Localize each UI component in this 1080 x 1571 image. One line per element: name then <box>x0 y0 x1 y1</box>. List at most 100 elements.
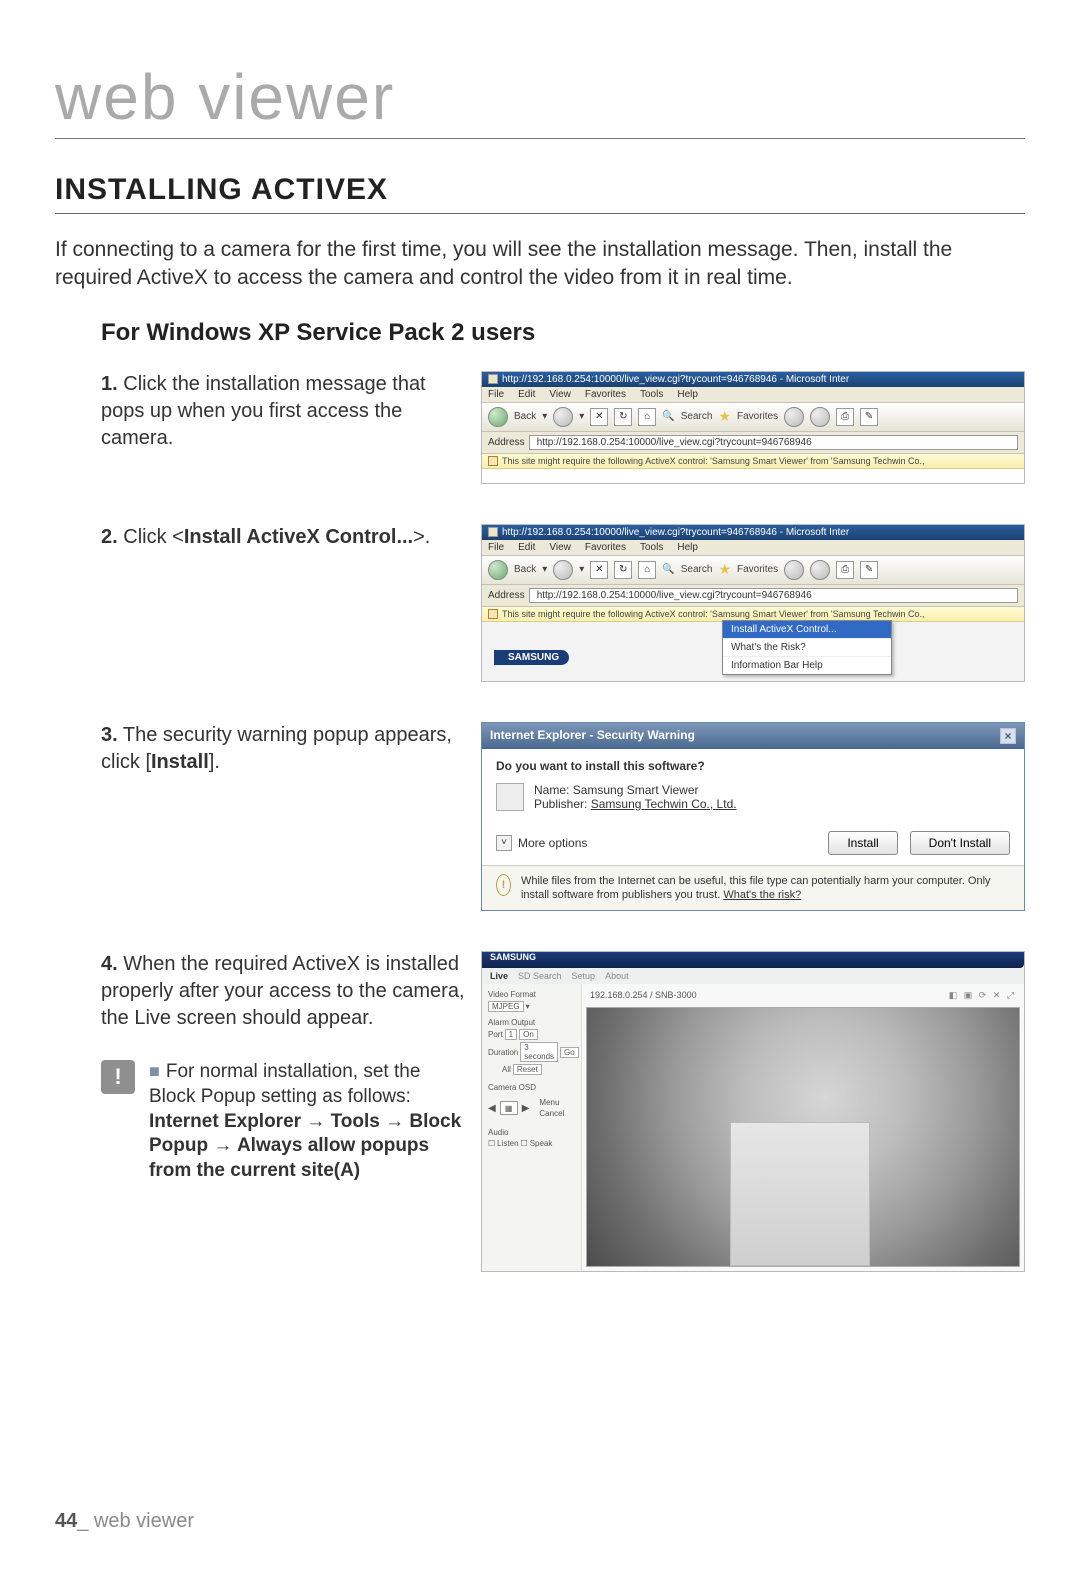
refresh-button[interactable]: ↻ <box>614 561 632 579</box>
ctx-whats-the-risk[interactable]: What's the Risk? <box>723 639 891 657</box>
tab-setup[interactable]: Setup <box>572 971 596 981</box>
print-button[interactable]: ⎙ <box>836 561 854 579</box>
reset-button[interactable]: Reset <box>513 1064 542 1075</box>
fwd-chevron-icon[interactable]: ▾ <box>579 564 584 575</box>
ie-menubar[interactable]: File Edit View Favorites Tools Help <box>482 540 1024 556</box>
ie-menubar[interactable]: File Edit View Favorites Tools Help <box>482 387 1024 403</box>
menu-help[interactable]: Help <box>677 542 698 553</box>
duration-select[interactable]: 3 seconds <box>520 1042 558 1062</box>
search-icon[interactable]: 🔍 <box>662 564 674 575</box>
audio-listen-checkbox[interactable]: ☐ <box>488 1139 495 1148</box>
more-options-toggle[interactable]: ˅ More options <box>496 835 587 851</box>
publisher-link[interactable]: Samsung Techwin Co., Ltd. <box>591 797 737 811</box>
chevron-down-icon[interactable]: ▾ <box>526 1002 530 1011</box>
ie-window-title: http://192.168.0.254:10000/live_view.cgi… <box>502 527 849 538</box>
tab-about[interactable]: About <box>605 971 629 981</box>
refresh-button[interactable]: ↻ <box>614 408 632 426</box>
viewer-ip-model: 192.168.0.254 / SNB-3000 <box>590 990 697 1001</box>
shield-icon <box>488 456 498 466</box>
menu-favorites[interactable]: Favorites <box>585 389 626 400</box>
edit-button[interactable]: ✎ <box>860 561 878 579</box>
step2-text-b: >. <box>413 526 430 548</box>
home-button[interactable]: ⌂ <box>638 408 656 426</box>
ie-window-title: http://192.168.0.254:10000/live_view.cgi… <box>502 374 849 385</box>
favorites-icon[interactable]: ★ <box>718 408 731 425</box>
ctx-install-activex[interactable]: Install ActiveX Control... <box>723 621 891 639</box>
figure-live-viewer: SAMSUNG Live SD Search Setup About Video… <box>481 951 1025 1272</box>
menu-edit[interactable]: Edit <box>518 542 535 553</box>
home-button[interactable]: ⌂ <box>638 561 656 579</box>
video-format-select[interactable]: MJPEG <box>488 1001 524 1012</box>
osd-center-button[interactable]: ▦ <box>500 1101 518 1115</box>
menu-tools[interactable]: Tools <box>640 542 663 553</box>
install-button[interactable]: Install <box>828 831 897 855</box>
bullet-icon: ■ <box>149 1061 160 1081</box>
close-button[interactable]: × <box>1000 728 1016 744</box>
audio-speak-checkbox[interactable]: ☐ <box>521 1139 528 1148</box>
history-button[interactable] <box>784 560 804 580</box>
menu-tools[interactable]: Tools <box>640 389 663 400</box>
side-video-format-label: Video Format <box>488 990 575 999</box>
dialog-title: Internet Explorer - Security Warning <box>490 728 695 744</box>
forward-button[interactable] <box>553 560 573 580</box>
menu-favorites[interactable]: Favorites <box>585 542 626 553</box>
ie-toolbar: Back ▾ ▾ ✕ ↻ ⌂ 🔍 Search ★ Favorites ⎙ ✎ <box>482 556 1024 585</box>
osd-menu-button[interactable]: Menu <box>539 1098 564 1107</box>
back-button[interactable] <box>488 407 508 427</box>
ctx-info-bar-help[interactable]: Information Bar Help <box>723 657 891 674</box>
tab-sd-search[interactable]: SD Search <box>518 971 562 981</box>
mail-button[interactable] <box>810 407 830 427</box>
infobar-text: This site might require the following Ac… <box>502 609 925 619</box>
step3-bold: Install <box>151 751 209 773</box>
back-chevron-icon[interactable]: ▾ <box>542 564 547 575</box>
on-button[interactable]: On <box>519 1029 538 1040</box>
osd-right-icon[interactable]: ▶ <box>522 1103 530 1114</box>
software-icon <box>496 783 524 811</box>
osd-left-icon[interactable]: ◀ <box>488 1103 496 1114</box>
ie-page-icon <box>488 527 498 537</box>
menu-file[interactable]: File <box>488 389 504 400</box>
favorites-icon[interactable]: ★ <box>718 561 731 578</box>
stop-button[interactable]: ✕ <box>590 561 608 579</box>
all-label: All <box>502 1065 511 1074</box>
address-url: http://192.168.0.254:10000/live_view.cgi… <box>537 590 812 601</box>
step2-num: 2. <box>101 526 118 548</box>
edit-button[interactable]: ✎ <box>860 408 878 426</box>
search-icon[interactable]: 🔍 <box>662 411 674 422</box>
stop-button[interactable]: ✕ <box>590 408 608 426</box>
step3-num: 3. <box>101 724 118 746</box>
security-warning-dialog: Internet Explorer - Security Warning × D… <box>481 722 1025 912</box>
viewer-action-icons[interactable]: ◧ ▣ ⟳ ✕ ⤢ <box>949 990 1016 1001</box>
fwd-chevron-icon[interactable]: ▾ <box>579 411 584 422</box>
forward-button[interactable] <box>553 407 573 427</box>
history-button[interactable] <box>784 407 804 427</box>
print-button[interactable]: ⎙ <box>836 408 854 426</box>
figure-ie-infobar: http://192.168.0.254:10000/live_view.cgi… <box>481 371 1025 484</box>
mail-button[interactable] <box>810 560 830 580</box>
port-select[interactable]: 1 <box>505 1029 517 1040</box>
page-number: 44 <box>55 1510 77 1532</box>
speak-label: Speak <box>530 1139 553 1148</box>
more-options-label: More options <box>518 836 587 850</box>
back-chevron-icon[interactable]: ▾ <box>542 411 547 422</box>
side-camera-osd-label: Camera OSD <box>488 1083 575 1092</box>
information-bar[interactable]: This site might require the following Ac… <box>482 454 1024 469</box>
favorites-label: Favorites <box>737 564 778 575</box>
figure-ie-context-menu: http://192.168.0.254:10000/live_view.cgi… <box>481 524 1025 682</box>
menu-view[interactable]: View <box>549 389 571 400</box>
tab-live[interactable]: Live <box>490 971 508 981</box>
step2-bold: Install ActiveX Control... <box>184 526 413 548</box>
menu-help[interactable]: Help <box>677 389 698 400</box>
menu-view[interactable]: View <box>549 542 571 553</box>
menu-file[interactable]: File <box>488 542 504 553</box>
dont-install-button[interactable]: Don't Install <box>910 831 1010 855</box>
osd-cancel-button[interactable]: Cancel <box>539 1109 564 1118</box>
go-button[interactable]: Go <box>560 1047 579 1058</box>
samsung-logo: SAMSUNG <box>494 650 569 665</box>
address-input[interactable]: http://192.168.0.254:10000/live_view.cgi… <box>529 435 1018 450</box>
address-input[interactable]: http://192.168.0.254:10000/live_view.cgi… <box>529 588 1018 603</box>
menu-edit[interactable]: Edit <box>518 389 535 400</box>
back-button[interactable] <box>488 560 508 580</box>
footer-label: web viewer <box>94 1510 194 1532</box>
whats-the-risk-link[interactable]: What's the risk? <box>723 889 801 901</box>
